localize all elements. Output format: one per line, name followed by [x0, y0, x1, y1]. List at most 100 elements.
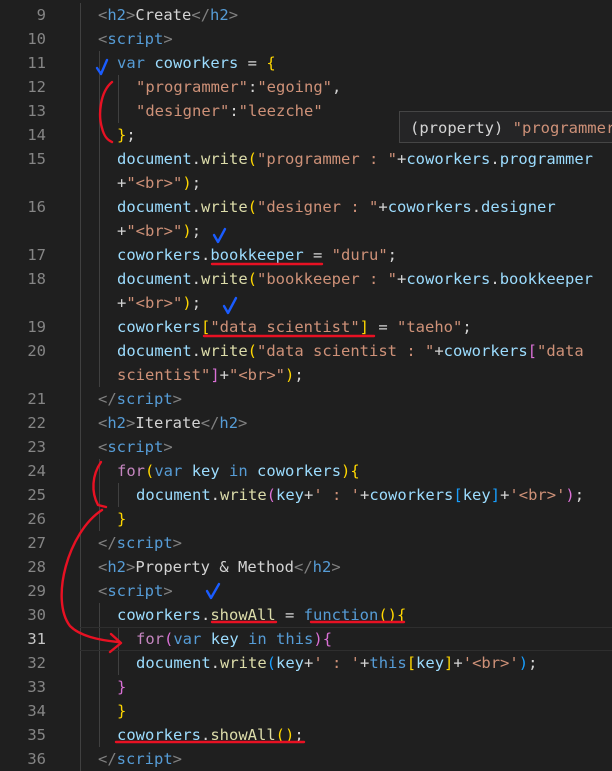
- code-text: </script>: [98, 387, 182, 411]
- code-token: "bookkeeper : ": [257, 270, 397, 288]
- code-token: ): [182, 174, 192, 192]
- code-token: +: [500, 486, 510, 504]
- line-number: 9: [36, 6, 46, 24]
- code-line[interactable]: 22 <h2>Iterate</h2>: [0, 411, 612, 435]
- code-token: ): [182, 222, 192, 240]
- code-text: document.write("bookkeeper : "+coworkers…: [117, 267, 593, 291]
- code-line[interactable]: +"<br>");: [0, 171, 612, 195]
- code-token: (: [266, 486, 277, 504]
- code-token: "duru": [331, 246, 388, 264]
- code-token: }: [117, 510, 127, 528]
- code-token: =: [275, 606, 304, 624]
- code-text: document.write(key+' : '+this[key]+'<br>…: [136, 651, 537, 675]
- line-number: 22: [27, 414, 46, 432]
- code-token: :: [229, 102, 239, 120]
- code-line[interactable]: 35 coworkers.showAll();: [0, 723, 612, 747]
- code-token: {: [322, 630, 333, 648]
- line-number: 10: [27, 30, 46, 48]
- line-number: 35: [27, 726, 46, 744]
- code-line[interactable]: 26}: [0, 507, 612, 531]
- code-line[interactable]: 28 <h2>Property & Method</h2>: [0, 555, 612, 579]
- code-token: (: [247, 150, 258, 168]
- line-number: 12: [27, 78, 46, 96]
- code-line[interactable]: 29 <script>: [0, 579, 612, 603]
- code-token: +: [117, 294, 127, 312]
- line-number: 21: [27, 390, 46, 408]
- line-number: 29: [27, 582, 46, 600]
- code-line[interactable]: 20 document.write("data scientist : "+cow…: [0, 339, 612, 363]
- code-line[interactable]: +"<br>");: [0, 219, 612, 243]
- code-line[interactable]: 17 coworkers.bookkeeper = "duru";: [0, 243, 612, 267]
- code-line[interactable]: 23 <script>: [0, 435, 612, 459]
- code-line[interactable]: 25 document.write(key+' : '+coworkers[key…: [0, 483, 612, 507]
- code-token: h2: [107, 558, 127, 576]
- code-token: >: [126, 558, 136, 576]
- code-text: +"<br>");: [117, 171, 201, 195]
- code-token: designer: [481, 198, 556, 216]
- code-token: +: [219, 366, 230, 384]
- code-text: for(var key in this){: [136, 627, 332, 651]
- code-line[interactable]: 36 </script>: [0, 747, 612, 771]
- code-token: Iterate: [135, 414, 201, 432]
- code-line[interactable]: 34}: [0, 699, 612, 723]
- code-token: +: [117, 174, 127, 192]
- code-line[interactable]: 15 document.write("programmer : "+coworke…: [0, 147, 612, 171]
- code-token: document: [136, 654, 211, 672]
- line-number: 13: [27, 102, 46, 120]
- code-token: +: [304, 486, 314, 504]
- code-token: this: [369, 654, 407, 672]
- code-token: script: [107, 582, 164, 600]
- code-token: >: [126, 6, 136, 24]
- code-text: <h2>Property & Method</h2>: [98, 555, 341, 579]
- code-line[interactable]: scientist"]+"<br>");: [0, 363, 612, 387]
- code-token: .: [201, 726, 211, 744]
- line-number: 24: [27, 462, 46, 480]
- code-token: .: [201, 606, 211, 624]
- code-line[interactable]: 27 </script>: [0, 531, 612, 555]
- code-token: key: [276, 486, 305, 504]
- code-line[interactable]: 30 coworkers.showAll = function(){: [0, 603, 612, 627]
- code-line[interactable]: +"<br>");: [0, 291, 612, 315]
- code-token: ): [387, 606, 398, 624]
- code-token: .: [191, 270, 201, 288]
- code-line[interactable]: 31 for(var key in this){: [0, 627, 612, 651]
- code-text: +"<br>");: [117, 291, 201, 315]
- code-line[interactable]: 21 </script>: [0, 387, 612, 411]
- code-token: coworkers: [369, 486, 454, 504]
- code-token: ]: [490, 486, 501, 504]
- line-number: 28: [27, 558, 46, 576]
- code-token: </: [98, 390, 117, 408]
- code-token: ): [518, 654, 529, 672]
- code-token: .: [210, 486, 220, 504]
- code-line[interactable]: 19 coworkers["data scientist"] = "taeho";: [0, 315, 612, 339]
- code-token: >: [163, 582, 173, 600]
- code-token: (: [266, 654, 277, 672]
- code-token: [: [527, 342, 538, 360]
- code-token: ;: [126, 126, 136, 144]
- code-text: coworkers.showAll = function(){: [117, 603, 406, 627]
- code-line[interactable]: 32 document.write(key+' : '+this[key]+'<b…: [0, 651, 612, 675]
- code-token: >: [163, 30, 173, 48]
- code-token: '<br>': [462, 654, 519, 672]
- code-token: write: [201, 342, 248, 360]
- code-text: <script>: [98, 579, 173, 603]
- code-line[interactable]: 18 document.write("bookkeeper : "+coworke…: [0, 267, 612, 291]
- code-line[interactable]: 9 <h2>Create</h2>: [0, 3, 612, 27]
- code-line[interactable]: 24 for(var key in coworkers){: [0, 459, 612, 483]
- code-token: h2: [107, 414, 127, 432]
- code-line[interactable]: 10 <script>: [0, 27, 612, 51]
- code-line[interactable]: 12 "programmer":"egoing",: [0, 75, 612, 99]
- code-line[interactable]: 16 document.write("designer : "+coworkers…: [0, 195, 612, 219]
- code-token: key: [210, 630, 239, 648]
- code-token: coworkers: [406, 150, 491, 168]
- code-token: "programmer : ": [257, 150, 397, 168]
- code-line[interactable]: 33}: [0, 675, 612, 699]
- code-token: ]: [444, 654, 454, 672]
- code-line[interactable]: 11 var coworkers = {: [0, 51, 612, 75]
- code-token: ;: [574, 486, 585, 504]
- code-token: ' : ': [313, 486, 361, 504]
